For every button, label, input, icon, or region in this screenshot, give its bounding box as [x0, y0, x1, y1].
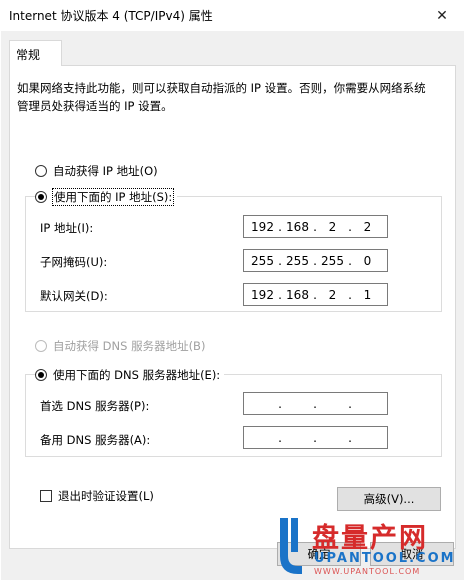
watermark-url: WWW.UPANTOOL.COM: [314, 567, 421, 576]
window-title: Internet 协议版本 4 (TCP/IPv4) 属性: [9, 9, 213, 23]
subnet-mask-label: 子网掩码(U):: [40, 255, 108, 269]
close-icon: ✕: [436, 7, 448, 24]
preferred-dns-input[interactable]: . . .: [243, 392, 388, 415]
advanced-button[interactable]: 高级(V)...: [337, 487, 441, 511]
validate-on-exit-label: 退出时验证设置(L): [58, 489, 154, 503]
close-button[interactable]: ✕: [419, 0, 465, 31]
preferred-dns-label: 首选 DNS 服务器(P):: [40, 399, 150, 413]
manual-ip-radio[interactable]: 使用下面的 IP 地址(S):: [35, 188, 178, 206]
radio-icon: [35, 340, 47, 352]
tab-general-label: 常规: [16, 48, 41, 62]
description-text: 如果网络支持此功能，则可以获取自动指派的 IP 设置。否则，你需要从网络系统管理…: [17, 81, 426, 113]
manual-ip-label: 使用下面的 IP 地址(S):: [51, 188, 175, 206]
validate-on-exit-checkbox[interactable]: 退出时验证设置(L): [40, 488, 154, 504]
ip-address-input[interactable]: 192. 168. 2. 2: [243, 215, 388, 238]
alternate-dns-input[interactable]: . . .: [243, 426, 388, 449]
auto-dns-label: 自动获得 DNS 服务器地址(B): [53, 339, 206, 353]
advanced-button-label: 高级(V)...: [363, 492, 415, 506]
radio-selected-icon: [35, 369, 47, 381]
watermark-logo: 盘量产网 UPANTOOL.COM WWW.UPANTOOL.COM: [272, 516, 462, 580]
auto-dns-radio[interactable]: 自动获得 DNS 服务器地址(B): [35, 338, 205, 354]
alternate-dns-label: 备用 DNS 服务器(A):: [40, 433, 151, 447]
auto-ip-radio[interactable]: 自动获得 IP 地址(O): [35, 163, 158, 179]
radio-selected-icon: [35, 191, 47, 203]
manual-dns-radio[interactable]: 使用下面的 DNS 服务器地址(E):: [35, 367, 225, 383]
ip-address-label: IP 地址(I):: [40, 221, 94, 235]
radio-icon: [35, 165, 47, 177]
default-gateway-label: 默认网关(D):: [40, 289, 108, 303]
auto-ip-label: 自动获得 IP 地址(O): [53, 164, 158, 178]
checkbox-icon: [40, 490, 52, 502]
manual-dns-label: 使用下面的 DNS 服务器地址(E):: [53, 368, 221, 382]
subnet-mask-input[interactable]: 255. 255. 255. 0: [243, 249, 388, 272]
dialog-client-area: 常规 如果网络支持此功能，则可以获取自动指派的 IP 设置。否则，你需要从网络系…: [1, 31, 464, 580]
default-gateway-input[interactable]: 192. 168. 2. 1: [243, 283, 388, 306]
watermark-site: UPANTOOL.COM: [314, 551, 456, 566]
tab-general[interactable]: 常规: [9, 40, 62, 66]
watermark-brand: 盘量产网: [312, 523, 428, 554]
title-bar: Internet 协议版本 4 (TCP/IPv4) 属性 ✕: [0, 0, 465, 31]
